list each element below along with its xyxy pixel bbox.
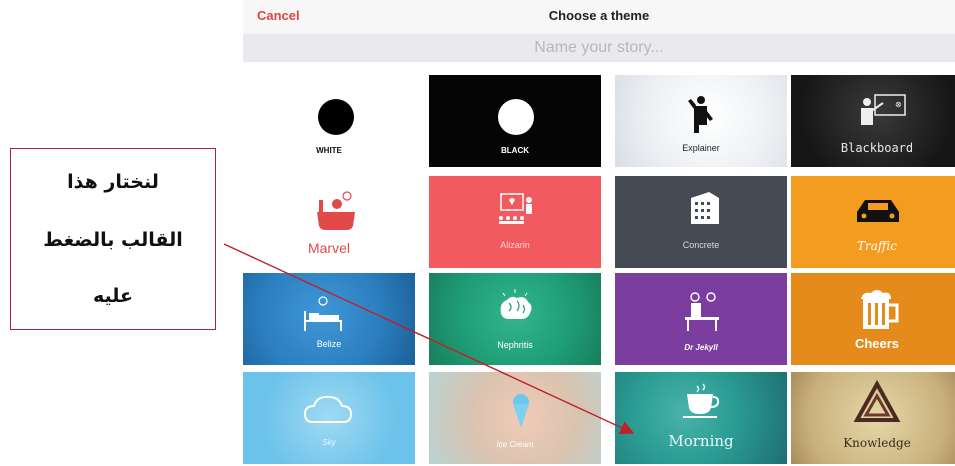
- annotation-arrow: [223, 243, 635, 435]
